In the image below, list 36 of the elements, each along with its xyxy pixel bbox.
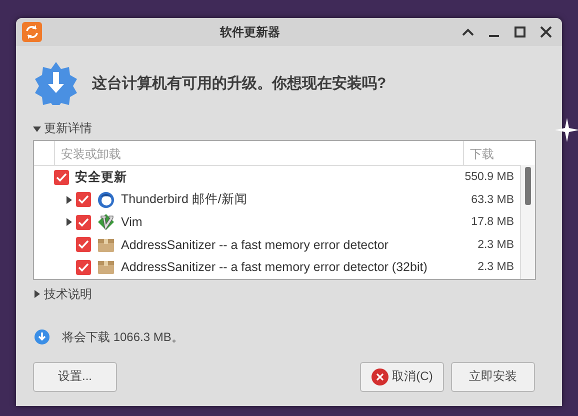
- collapsed-triangle-icon[interactable]: [33, 290, 41, 298]
- checkbox[interactable]: [76, 260, 91, 275]
- package-box-icon: [97, 258, 115, 276]
- download-size: 2.3 MB: [476, 261, 515, 274]
- expanded-triangle-icon[interactable]: [33, 124, 41, 132]
- update-name: AddressSanitizer -- a fast memory error detector (32bit): [121, 260, 428, 274]
- download-size: 63.3 MB: [470, 194, 515, 206]
- details-expander[interactable]: 更新详情: [33, 120, 562, 137]
- vim-logo-icon: [97, 213, 115, 232]
- collapsed-triangle-icon[interactable]: [65, 196, 73, 204]
- download-size: 17.8 MB: [470, 216, 515, 228]
- refresh-app-icon: [22, 22, 42, 42]
- download-size: 2.3 MB: [476, 238, 515, 251]
- cancel-button[interactable]: 取消(C): [360, 362, 444, 392]
- update-name: AddressSanitizer -- a fast memory error detector: [121, 238, 390, 252]
- download-badge-icon: [34, 61, 78, 105]
- technical-expander[interactable]: 技术说明: [33, 286, 562, 302]
- collapsed-triangle-icon[interactable]: [65, 218, 73, 226]
- update-question: 这台计算机有可用的升级。你想现在安装吗?: [92, 74, 386, 92]
- download-icon: [34, 329, 50, 345]
- window-title: 软件更新器: [218, 24, 281, 40]
- checkbox[interactable]: [76, 237, 91, 252]
- update-name: Thunderbird 邮件/新闻: [121, 191, 248, 208]
- dialog-button[interactable]: 设置...: [33, 362, 117, 392]
- dialog-button[interactable]: 立即安装: [451, 362, 535, 392]
- checkbox[interactable]: [76, 192, 91, 208]
- bird-logo-icon: [97, 190, 115, 209]
- update-name: 安全更新: [75, 168, 128, 186]
- checkbox[interactable]: [76, 214, 91, 230]
- update-name: Vim: [121, 215, 144, 230]
- close-icon: [371, 368, 390, 386]
- download-size: 550.9 MB: [464, 171, 515, 184]
- sparkle-drawing: [555, 118, 578, 142]
- checkbox[interactable]: [54, 170, 69, 185]
- download-total: 将会下载 1066.3 MB。: [62, 328, 184, 346]
- scrollbar[interactable]: [520, 165, 535, 278]
